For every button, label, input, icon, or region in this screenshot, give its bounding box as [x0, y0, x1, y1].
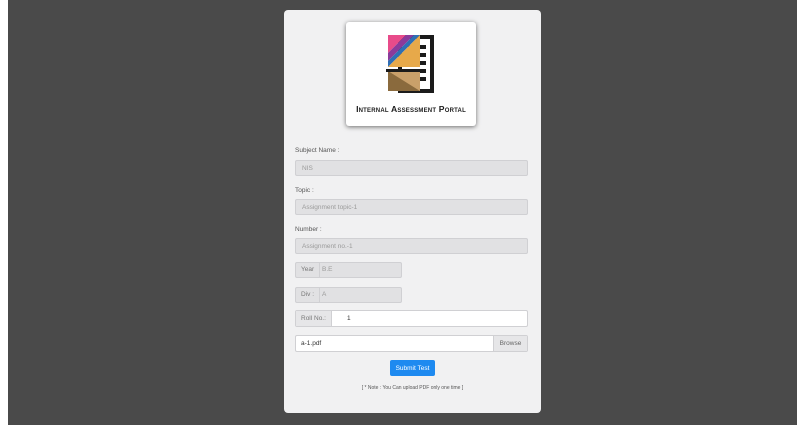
file-upload[interactable]: a-1.pdf Browse — [295, 335, 528, 352]
subject-label: Subject Name : — [295, 147, 340, 154]
document-edit-icon — [386, 35, 434, 93]
div-value: A — [322, 291, 327, 298]
assessment-card: Internal Assessment Portal Subject Name … — [284, 10, 541, 413]
topic-label: Topic : — [295, 187, 314, 194]
subject-field: NIS — [295, 160, 528, 176]
browse-button[interactable]: Browse — [493, 336, 527, 351]
portal-logo: Internal Assessment Portal — [346, 22, 476, 126]
file-name: a-1.pdf — [301, 340, 322, 347]
topic-field: Assignment topic-1 — [295, 199, 528, 215]
year-value: B.E — [322, 266, 333, 273]
roll-no-value[interactable]: 1 — [347, 311, 351, 326]
roll-no-label: Roll No.: — [296, 311, 332, 326]
number-field: Assignment no.-1 — [295, 238, 528, 254]
submit-test-button[interactable]: Submit Test — [390, 360, 435, 376]
portal-title: Internal Assessment Portal — [356, 104, 466, 114]
year-label: Year — [296, 263, 321, 277]
year-field: Year B.E — [295, 262, 402, 278]
number-label: Number : — [295, 226, 322, 233]
upload-note: [ * Note : You Can upload PDF only one t… — [361, 385, 464, 391]
div-field: Div : A — [295, 287, 402, 303]
roll-no-input[interactable]: Roll No.: 1 — [295, 310, 528, 327]
div-label: Div : — [296, 288, 320, 302]
